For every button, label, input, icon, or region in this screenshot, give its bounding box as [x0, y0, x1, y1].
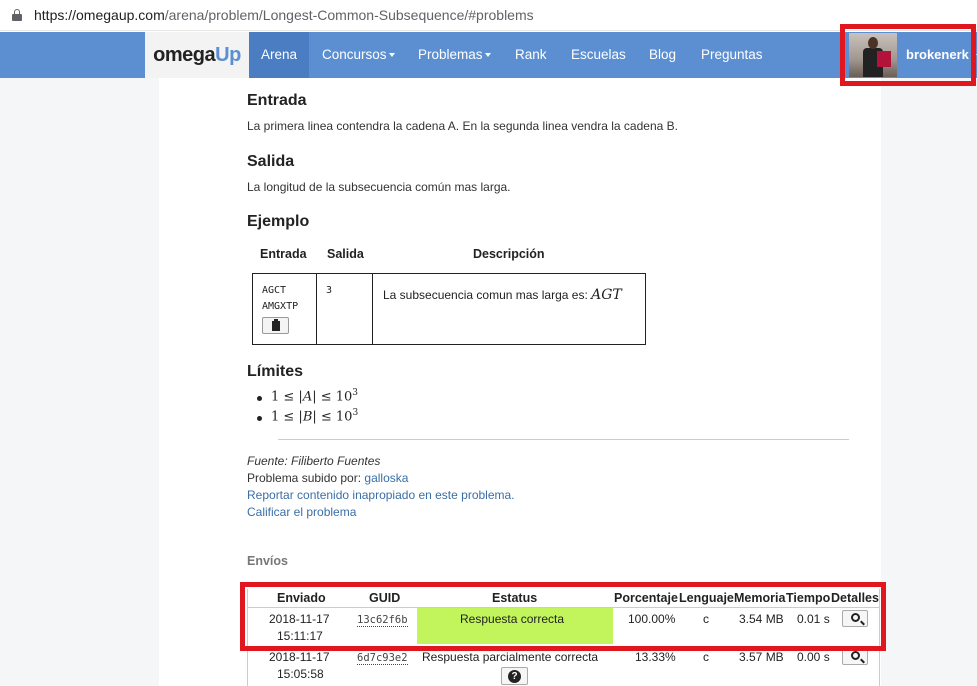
nav-rank-label: Rank [515, 47, 547, 62]
example-header-output: Salida [327, 247, 364, 261]
report-link[interactable]: Reportar contenido inapropiado en este p… [247, 488, 515, 502]
search-icon [851, 613, 860, 622]
example-input-line2: AMGXTP [262, 301, 299, 312]
url-text[interactable]: https://omegaup.com/arena/problem/Longes… [34, 7, 534, 23]
example-description-text: La subsecuencia comun mas larga es: [383, 288, 588, 302]
th-enviado: Enviado [277, 591, 326, 605]
row2-language: c [703, 650, 709, 664]
example-table: AGCT AMGXTP 3 La subsecuencia comun mas … [252, 273, 646, 345]
input-description: La primera linea contendra la cadena A. … [247, 119, 678, 133]
nav-concursos[interactable]: Concursos [322, 32, 395, 78]
example-header-description: Descripción [473, 247, 545, 261]
example-output-value: 3 [326, 285, 333, 296]
row2-details-button[interactable] [842, 648, 868, 665]
nav-escuelas[interactable]: Escuelas [571, 32, 626, 78]
example-input-line1: AGCT [262, 285, 287, 296]
row1-memory: 3.54 MB [739, 612, 784, 626]
row1-status: Respuesta correcta [460, 612, 565, 626]
copy-input-button[interactable] [262, 317, 289, 334]
output-heading: Salida [247, 153, 295, 170]
row1-details-button[interactable] [842, 610, 868, 627]
nav-arena-label: Arena [260, 47, 298, 62]
limit-exponent: 3 [352, 408, 359, 418]
example-description-math: AGT [591, 287, 622, 303]
problem-source: Fuente: Filiberto Fuentes [247, 454, 381, 468]
row2-date: 2018-11-17 [269, 650, 330, 664]
row2-status: Respuesta parcialmente correcta [422, 650, 599, 664]
search-icon [851, 651, 860, 660]
nav-escuelas-label: Escuelas [571, 47, 626, 62]
row1-guid[interactable]: 13c62f6b [357, 614, 408, 627]
row1-percent: 100.00% [628, 612, 676, 626]
limits-heading: Límites [247, 363, 304, 380]
divider [278, 439, 849, 440]
th-lenguaje: Lenguaje [679, 591, 734, 605]
th-porcentaje: Porcentaje [614, 591, 678, 605]
limit-var: B [302, 409, 313, 425]
nav-blog[interactable]: Blog [649, 32, 676, 78]
th-tiempo: Tiempo [786, 591, 831, 605]
th-memoria: Memoria [734, 591, 786, 605]
nav-preguntas-label: Preguntas [701, 47, 763, 62]
row1-date: 2018-11-17 [269, 612, 330, 626]
row2-percent: 13.33% [635, 650, 676, 664]
nav-concursos-label: Concursos [322, 47, 387, 62]
th-detalles: Detalles [831, 591, 879, 605]
limit-item: 1 ≤ |A| ≤ 103 [257, 388, 358, 408]
input-heading: Entrada [247, 92, 307, 109]
url-host: https://omegaup.com [34, 7, 165, 23]
row1-time: 15:11:17 [277, 629, 323, 643]
nav-problemas[interactable]: Problemas [418, 32, 491, 78]
output-description: La longitud de la subsecuencia común mas… [247, 180, 511, 194]
question-icon: ? [508, 670, 521, 683]
nav-arena[interactable]: Arena [249, 32, 309, 78]
row2-guid[interactable]: 6d7c93e2 [357, 652, 408, 665]
th-guid: GUID [369, 591, 401, 605]
rate-problem-link[interactable]: Calificar el problema [247, 505, 356, 519]
url-path: /arena/problem/Longest-Common-Subsequenc… [164, 7, 534, 23]
chevron-down-icon [484, 53, 491, 58]
nav-blog-label: Blog [649, 47, 677, 62]
row2-runtime: 0.00 s [797, 650, 830, 664]
limits-list: 1 ≤ |A| ≤ 103 1 ≤ |B| ≤ 103 [257, 388, 358, 428]
logo-text-up: Up [215, 43, 241, 66]
limit-item: 1 ≤ |B| ≤ 103 [257, 408, 358, 428]
example-output-cell: 3 [317, 274, 373, 344]
example-heading: Ejemplo [247, 213, 310, 230]
example-header-input: Entrada [260, 247, 307, 261]
nav-rank[interactable]: Rank [515, 32, 547, 78]
uploaded-by: Problema subido por: galloska [247, 471, 408, 485]
submissions-heading: Envíos [247, 554, 288, 568]
limit-var: A [302, 389, 313, 405]
nav-problemas-label: Problemas [418, 47, 483, 62]
example-input-cell: AGCT AMGXTP [253, 274, 317, 344]
omegaup-logo[interactable]: omega Up [145, 32, 249, 78]
highlight-box-user [840, 24, 976, 86]
chevron-down-icon [388, 53, 395, 58]
row-divider [247, 646, 880, 647]
row2-help-button[interactable]: ? [501, 667, 528, 685]
limit-exponent: 3 [352, 388, 359, 398]
uploader-link[interactable]: galloska [364, 471, 408, 485]
row2-memory: 3.57 MB [739, 650, 784, 664]
th-estatus: Estatus [492, 591, 538, 605]
logo-text-omega: omega [153, 43, 216, 66]
address-bar[interactable]: https://omegaup.com/arena/problem/Longes… [0, 0, 977, 31]
uploaded-by-label: Problema subido por: [247, 471, 362, 485]
row1-language: c [703, 612, 709, 626]
row1-runtime: 0.01 s [797, 612, 830, 626]
row2-time: 15:05:58 [277, 667, 324, 681]
example-description-cell: La subsecuencia comun mas larga es: AGT [383, 287, 622, 303]
nav-preguntas[interactable]: Preguntas [701, 32, 763, 78]
clipboard-icon [272, 319, 280, 331]
lock-icon [12, 9, 22, 21]
